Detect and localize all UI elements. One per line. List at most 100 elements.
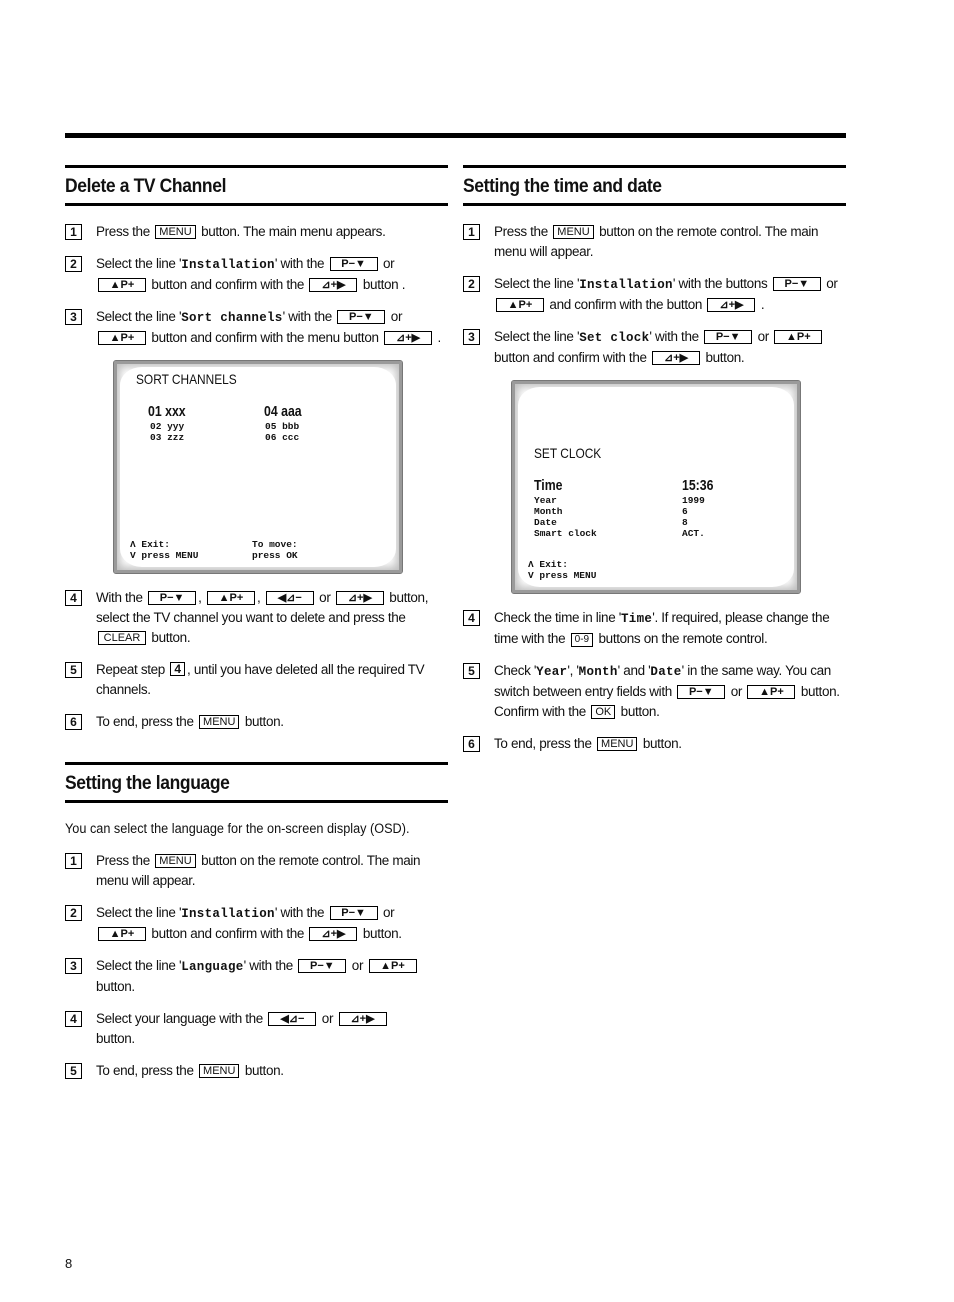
program-up-button-icon: ▲P+ xyxy=(98,927,146,941)
volume-up-button-icon: ⊿+▶ xyxy=(707,298,756,312)
menu-line-name: Date xyxy=(650,665,682,679)
volume-up-button-icon: ⊿+▶ xyxy=(384,331,433,345)
step-number: 3 xyxy=(65,309,82,325)
section-header: Setting the language xyxy=(65,762,448,803)
program-down-button-icon: P−▼ xyxy=(704,330,753,344)
program-up-button-icon: ▲P+ xyxy=(206,591,255,605)
osd-channel-list: 02 yyy 03 zzz xyxy=(150,421,185,443)
program-down-button-icon: P−▼ xyxy=(298,959,347,973)
step-4: 4 Check the time in line 'Time'. If requ… xyxy=(463,608,846,649)
osd-footer-exit: Λ Exit: V press MENU xyxy=(528,559,597,581)
menu-line-name: Installation xyxy=(579,278,673,292)
menu-line-name: Time xyxy=(621,612,653,626)
step-number: 3 xyxy=(65,958,82,974)
section-title: Setting the time and date xyxy=(463,176,662,197)
osd-channel: 04 aaa xyxy=(264,403,302,420)
osd-title: SET CLOCK xyxy=(534,445,602,461)
step-3: 3 Select the line 'Language' with the P−… xyxy=(65,956,448,997)
program-up-button-icon: ▲P+ xyxy=(496,298,544,312)
section-setting-time-date: Setting the time and date 1 Press the ME… xyxy=(463,165,846,754)
program-down-button-icon: P−▼ xyxy=(677,685,726,699)
right-column: Setting the time and date 1 Press the ME… xyxy=(463,165,846,766)
program-down-button-icon: P−▼ xyxy=(337,310,386,324)
menu-button-icon: MENU xyxy=(199,1064,240,1078)
volume-up-button-icon: ⊿+▶ xyxy=(338,1012,387,1026)
menu-line-name: Sort channels xyxy=(181,311,283,325)
section-intro: You can select the language for the on-s… xyxy=(65,821,410,836)
tv-screen-sort-channels: SORT CHANNELS 01 xxx 02 yyy 03 zzz 04 aa… xyxy=(113,360,403,574)
menu-line-name: Installation xyxy=(181,907,275,921)
step-number: 4 xyxy=(463,610,480,626)
program-up-button-icon: ▲P+ xyxy=(747,685,796,699)
step-5: 5 Check 'Year', 'Month' and 'Date' in th… xyxy=(463,661,846,722)
program-up-button-icon: ▲P+ xyxy=(98,331,146,345)
step-1: 1 Press the MENU button on the remote co… xyxy=(463,222,846,262)
osd-field-labels: Year Month Date Smart clock xyxy=(534,495,597,539)
menu-line-name: Installation xyxy=(181,258,275,272)
step-3: 3 Select the line 'Sort channels' with t… xyxy=(65,307,448,348)
step-4: 4 Select your language with the ◀⊿− or ⊿… xyxy=(65,1009,448,1049)
volume-down-button-icon: ◀⊿− xyxy=(265,591,314,605)
step-number: 4 xyxy=(65,1011,82,1027)
page-number: 8 xyxy=(65,1256,73,1271)
volume-down-button-icon: ◀⊿− xyxy=(268,1012,317,1026)
volume-up-button-icon: ⊿+▶ xyxy=(335,591,384,605)
program-down-button-icon: P−▼ xyxy=(772,277,821,291)
step-number: 5 xyxy=(65,1063,82,1079)
volume-up-button-icon: ⊿+▶ xyxy=(309,927,358,941)
step-2: 2 Select the line 'Installation' with th… xyxy=(463,274,846,315)
menu-button-icon: MENU xyxy=(597,737,638,751)
step-number: 1 xyxy=(65,224,82,240)
menu-button-icon: MENU xyxy=(199,715,240,729)
osd-footer-exit: Λ Exit: V press MENU xyxy=(130,539,199,561)
step-reference: 4 xyxy=(170,662,186,676)
step-number: 6 xyxy=(463,736,480,752)
step-number: 2 xyxy=(65,256,82,272)
osd-title: SORT CHANNELS xyxy=(136,371,237,387)
step-number: 1 xyxy=(463,224,480,240)
step-5: 5 To end, press the MENU button. xyxy=(65,1061,448,1081)
step-number: 3 xyxy=(463,329,480,345)
clear-button-icon: CLEAR xyxy=(98,631,146,645)
osd-time-value: 15:36 xyxy=(682,477,714,494)
step-number: 1 xyxy=(65,853,82,869)
menu-line-name: Month xyxy=(578,665,618,679)
step-6: 6 To end, press the MENU button. xyxy=(65,712,448,732)
section-delete-tv-channel: Delete a TV Channel 1 Press the MENU but… xyxy=(65,165,448,732)
menu-line-name: Year xyxy=(536,665,568,679)
step-1: 1 Press the MENU button. The main menu a… xyxy=(65,222,448,242)
left-column: Delete a TV Channel 1 Press the MENU but… xyxy=(65,165,448,1093)
program-down-button-icon: P−▼ xyxy=(329,257,378,271)
program-up-button-icon: ▲P+ xyxy=(368,959,417,973)
tv-screen-set-clock: SET CLOCK Time 15:36 Year Month Date Sma… xyxy=(511,380,801,594)
page-top-rule xyxy=(65,133,846,138)
step-number: 2 xyxy=(65,905,82,921)
menu-button-icon: MENU xyxy=(155,854,196,868)
step-number: 2 xyxy=(463,276,480,292)
osd-time-label: Time xyxy=(534,477,563,494)
step-5: 5 Repeat step 4, until you have deleted … xyxy=(65,660,448,700)
step-4: 4 With the P−▼, ▲P+, ◀⊿− or ⊿+▶ button, … xyxy=(65,588,448,648)
volume-up-button-icon: ⊿+▶ xyxy=(309,278,358,292)
osd-channel: 01 xxx xyxy=(148,403,186,420)
program-down-button-icon: P−▼ xyxy=(148,591,197,605)
ok-button-icon: OK xyxy=(591,705,616,719)
program-down-button-icon: P−▼ xyxy=(329,906,378,920)
step-2: 2 Select the line 'Installation' with th… xyxy=(65,903,448,944)
volume-up-button-icon: ⊿+▶ xyxy=(652,351,701,365)
section-header: Delete a TV Channel xyxy=(65,165,448,206)
program-up-button-icon: ▲P+ xyxy=(98,278,146,292)
step-number: 4 xyxy=(65,590,82,606)
section-title: Delete a TV Channel xyxy=(65,176,227,197)
osd-field-values: 1999 6 8 ACT. xyxy=(682,495,705,539)
menu-button-icon: MENU xyxy=(553,225,594,239)
program-up-button-icon: ▲P+ xyxy=(774,330,823,344)
step-1: 1 Press the MENU button on the remote co… xyxy=(65,851,448,891)
menu-line-name: Set clock xyxy=(579,331,650,345)
step-2: 2 Select the line 'Installation' with th… xyxy=(65,254,448,295)
menu-line-name: Language xyxy=(181,960,244,974)
menu-button-icon: MENU xyxy=(155,225,196,239)
section-header: Setting the time and date xyxy=(463,165,846,206)
step-number: 5 xyxy=(65,662,82,678)
digit-buttons-icon: 0-9 xyxy=(570,633,594,647)
